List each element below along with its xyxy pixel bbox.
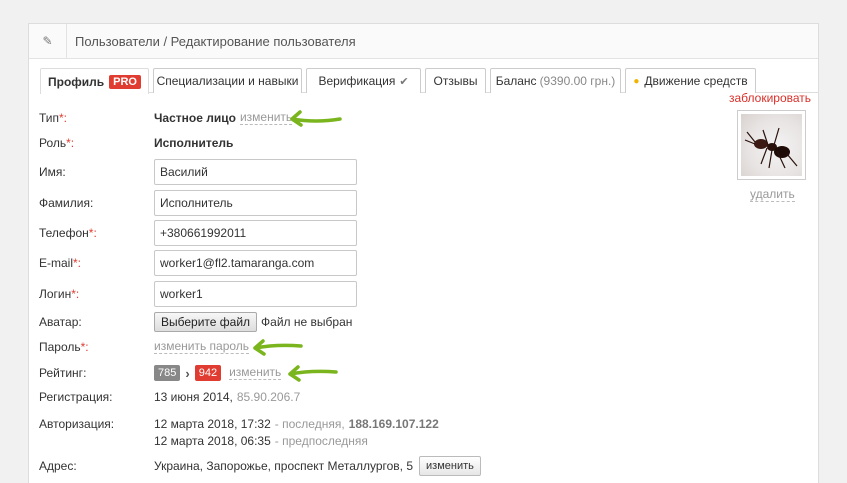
- delete-avatar-link[interactable]: удалить: [750, 188, 795, 202]
- label-auth: Авторизация:: [39, 417, 115, 431]
- label-password: Пароль*:: [39, 340, 89, 354]
- auth-last-note: - последняя,: [274, 417, 345, 431]
- label-rating: Рейтинг:: [39, 366, 87, 380]
- breadcrumb: Пользователи / Редактирование пользовате…: [75, 33, 356, 49]
- tab-specializations[interactable]: Специализации и навыки: [153, 68, 302, 93]
- tab-label: Отзывы: [433, 74, 478, 88]
- edit-user-panel: ✎ Пользователи / Редактирование пользова…: [28, 23, 819, 483]
- phone-input[interactable]: [154, 220, 357, 246]
- tab-verification[interactable]: Верификация ✔: [306, 68, 421, 93]
- label-name: Имя:: [39, 165, 66, 179]
- label-login: Логин*:: [39, 287, 80, 301]
- annotation-arrow-icon: [288, 365, 338, 382]
- auth-last-date: 12 марта 2018, 17:32: [154, 417, 271, 431]
- type-value: Частное лицо: [154, 111, 236, 125]
- role-value: Исполнитель: [154, 136, 234, 150]
- tab-profile[interactable]: Профиль PRO: [40, 68, 149, 94]
- auth-prev-note: - предпоследняя: [274, 434, 368, 448]
- annotation-arrow-icon: [253, 339, 303, 356]
- change-password-link[interactable]: изменить пароль: [154, 340, 250, 354]
- panel-header: ✎ Пользователи / Редактирование пользова…: [29, 24, 818, 59]
- tab-bar: Профиль PRO Специализации и навыки Вериф…: [40, 68, 818, 94]
- choose-file-button[interactable]: Выберите файл: [154, 312, 258, 332]
- rating-old-badge: 785: [154, 365, 181, 381]
- address-value: Украина, Запорожье, проспект Металлургов…: [154, 459, 414, 473]
- chevron-right-icon: ›: [185, 365, 190, 381]
- label-avatar: Аватар:: [39, 315, 82, 329]
- label-surname: Фамилия:: [39, 196, 94, 210]
- email-input[interactable]: [154, 250, 357, 276]
- label-email: E-mail*:: [39, 256, 82, 270]
- label-phone: Телефон*:: [39, 226, 97, 240]
- tab-label: Движение средств: [644, 74, 748, 88]
- tab-label: Верификация: [318, 74, 396, 88]
- avatar: [737, 110, 806, 180]
- tab-money-flow[interactable]: ● Движение средств: [625, 68, 756, 93]
- label-role: Роль*:: [39, 136, 75, 150]
- change-address-button[interactable]: изменить: [419, 456, 481, 476]
- annotation-arrow-icon: [290, 110, 342, 127]
- balance-amount: (9390.00 грн.): [539, 74, 616, 88]
- block-user-link[interactable]: заблокировать: [729, 91, 811, 105]
- name-input[interactable]: [154, 159, 357, 185]
- check-icon: ✔: [399, 75, 409, 88]
- rating-new-badge: 942: [194, 365, 222, 381]
- avatar-image: [741, 114, 802, 176]
- auth-prev-date: 12 марта 2018, 06:35: [154, 434, 271, 448]
- registration-date: 13 июня 2014,: [154, 390, 233, 404]
- shield-icon: ●: [633, 75, 640, 87]
- change-rating-link[interactable]: изменить: [229, 366, 282, 380]
- edit-icon: ✎: [29, 24, 67, 58]
- tab-label: Профиль: [47, 74, 105, 89]
- ant-photo: [744, 127, 798, 169]
- label-address: Адрес:: [39, 459, 77, 473]
- label-type: Тип*:: [39, 111, 68, 125]
- tab-label: Специализации и навыки: [156, 74, 299, 88]
- tab-reviews[interactable]: Отзывы: [425, 68, 486, 93]
- file-status: Файл не выбран: [261, 315, 353, 329]
- auth-last-ip: 188.169.107.122: [348, 417, 439, 431]
- registration-ip: 85.90.206.7: [236, 390, 301, 404]
- tab-label: Баланс: [495, 74, 537, 88]
- surname-input[interactable]: [154, 190, 357, 216]
- tab-balance[interactable]: Баланс (9390.00 грн.): [490, 68, 621, 93]
- label-registration: Регистрация:: [39, 390, 113, 404]
- login-input[interactable]: [154, 281, 357, 307]
- pro-badge: PRO: [109, 74, 141, 89]
